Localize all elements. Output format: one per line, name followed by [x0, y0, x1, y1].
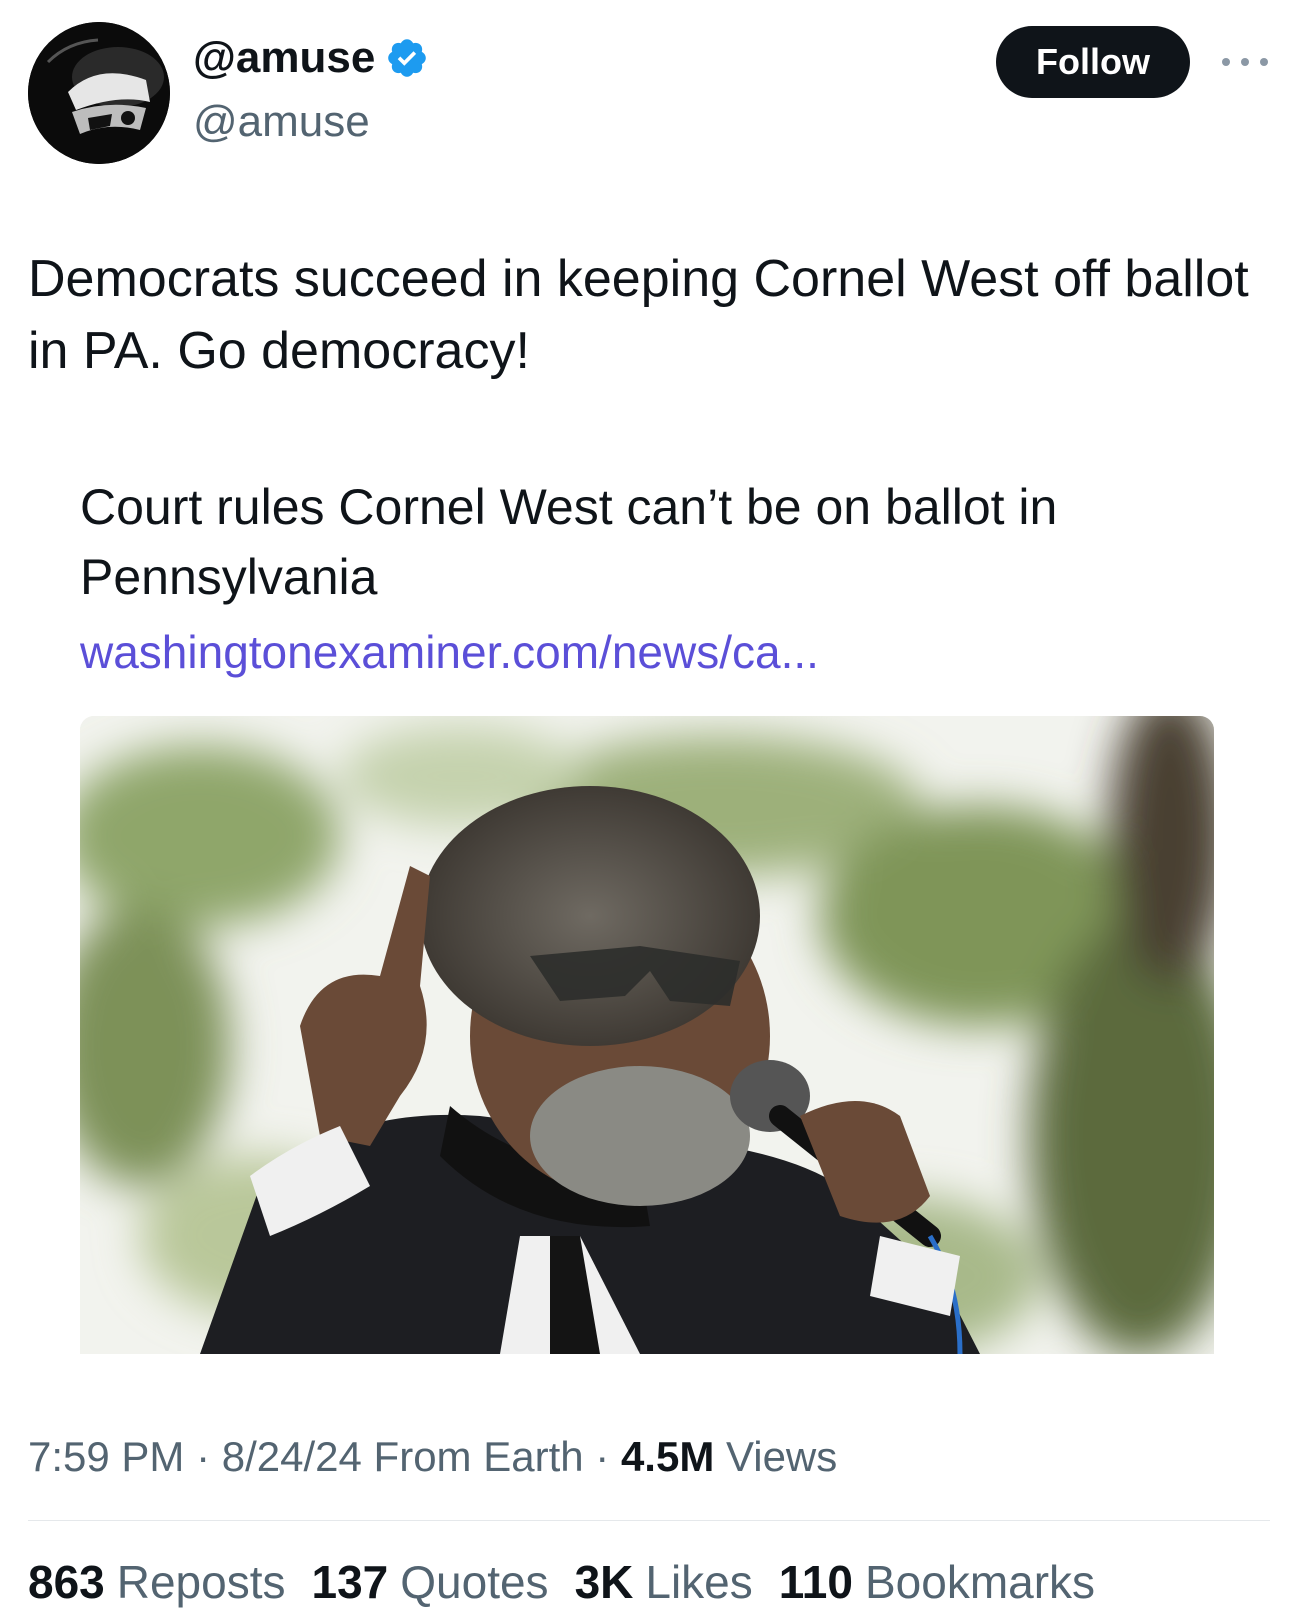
article-photo	[80, 716, 1214, 1354]
link-card-image[interactable]	[80, 716, 1214, 1354]
divider	[28, 1520, 1270, 1521]
quotes-stat[interactable]: 137 Quotes	[312, 1554, 549, 1610]
stormtrooper-avatar-image	[28, 22, 170, 164]
likes-count: 3K	[574, 1556, 634, 1608]
dot-icon	[1241, 58, 1249, 66]
follow-button[interactable]: Follow	[996, 26, 1190, 98]
dot-icon	[1222, 58, 1230, 66]
quotes-label: Quotes	[400, 1556, 549, 1608]
more-options-icon[interactable]	[1222, 50, 1268, 74]
dot-icon	[1260, 58, 1268, 66]
tweet-source: From Earth	[361, 1433, 584, 1480]
tweet-text: Democrats succeed in keeping Cornel West…	[28, 250, 1249, 380]
tweet-meta: 7:59 PM · 8/24/24 From Earth · 4.5M View…	[28, 1430, 837, 1484]
meta-separator: ·	[583, 1433, 621, 1480]
display-name-row: @amuse	[193, 36, 429, 80]
reposts-label: Reposts	[116, 1556, 286, 1608]
engagement-stats: 863 Reposts 137 Quotes 3K Likes 110 Book…	[28, 1554, 1095, 1610]
likes-stat[interactable]: 3K Likes	[575, 1554, 753, 1610]
views-count: 4.5M	[620, 1433, 715, 1480]
views-label: Views	[714, 1433, 838, 1480]
bookmarks-label: Bookmarks	[864, 1556, 1096, 1608]
quotes-count: 137	[311, 1556, 389, 1608]
tweet-time[interactable]: 7:59 PM	[28, 1433, 184, 1480]
bookmarks-stat[interactable]: 110 Bookmarks	[779, 1554, 1095, 1610]
meta-separator: ·	[184, 1433, 222, 1480]
display-name[interactable]: @amuse	[193, 36, 375, 80]
link-card-url[interactable]: washingtonexaminer.com/news/ca...	[80, 622, 819, 682]
bookmarks-count: 110	[778, 1556, 853, 1608]
likes-label: Likes	[645, 1556, 753, 1608]
link-card-title[interactable]: Court rules Cornel West can’t be on ball…	[80, 472, 1240, 612]
tweet-date[interactable]: 8/24/24	[222, 1433, 362, 1480]
user-handle[interactable]: @amuse	[193, 100, 370, 144]
reposts-stat[interactable]: 863 Reposts	[28, 1554, 286, 1610]
reposts-count: 863	[28, 1556, 105, 1608]
avatar[interactable]	[28, 22, 170, 164]
verified-badge-icon	[388, 39, 427, 77]
